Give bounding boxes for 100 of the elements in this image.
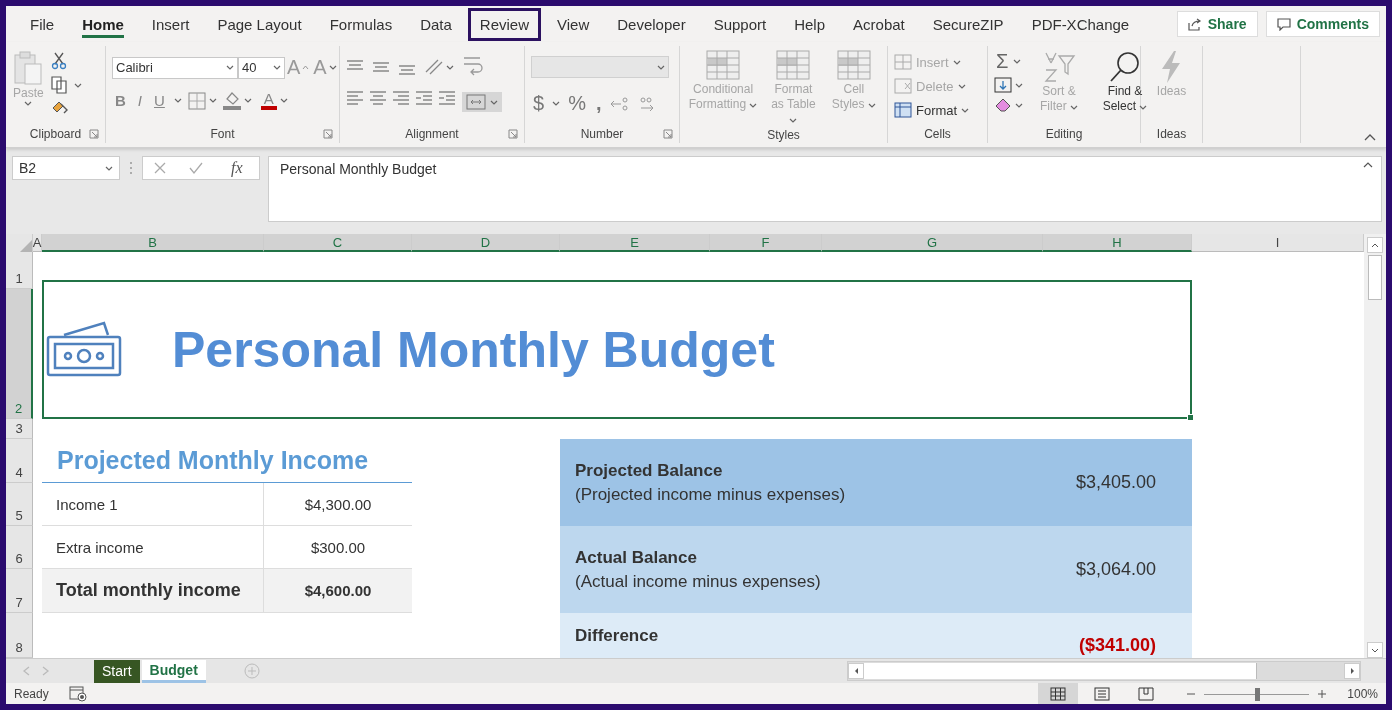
share-button[interactable]: Share bbox=[1176, 11, 1258, 37]
caret-icon bbox=[328, 65, 337, 70]
fill-bucket-icon[interactable] bbox=[222, 91, 241, 110]
comments-button[interactable]: Comments bbox=[1265, 11, 1380, 37]
row-header[interactable]: 3 bbox=[6, 419, 33, 439]
column-header[interactable]: G bbox=[822, 234, 1043, 252]
macro-record-icon[interactable] bbox=[68, 686, 87, 702]
horizontal-scrollbar[interactable] bbox=[847, 661, 1361, 681]
percent-button[interactable]: % bbox=[566, 92, 588, 115]
sheet-tab[interactable]: Budget bbox=[141, 659, 206, 683]
scrollbar-thumb[interactable] bbox=[864, 663, 1257, 679]
font-name-field[interactable]: Calibri bbox=[112, 56, 238, 79]
increase-indent-icon[interactable] bbox=[438, 90, 456, 106]
cancel-icon[interactable] bbox=[153, 161, 168, 175]
copy-icon[interactable] bbox=[50, 76, 69, 94]
text-angle-icon[interactable] bbox=[424, 58, 444, 76]
check-icon[interactable] bbox=[188, 161, 205, 175]
ribbon-tab[interactable]: PDF-XChange bbox=[1019, 7, 1142, 41]
align-center-icon[interactable] bbox=[369, 90, 387, 106]
align-left-icon[interactable] bbox=[346, 90, 364, 106]
align-right-icon[interactable] bbox=[392, 90, 410, 106]
scroll-right-button[interactable] bbox=[1344, 663, 1360, 679]
view-button[interactable] bbox=[1038, 683, 1079, 704]
align-middle-icon[interactable] bbox=[372, 59, 390, 75]
formula-field[interactable]: Personal Monthly Budget bbox=[268, 156, 1382, 222]
ribbon-tab[interactable]: Formulas bbox=[317, 7, 405, 41]
previous-sheet-icon[interactable] bbox=[22, 666, 30, 676]
dialog-launcher-icon[interactable] bbox=[323, 129, 333, 139]
scroll-down-button[interactable] bbox=[1367, 642, 1383, 658]
fill-handle[interactable] bbox=[1187, 414, 1194, 421]
scrollbar-thumb[interactable] bbox=[1368, 255, 1382, 300]
sheet-tab[interactable]: Start bbox=[94, 659, 140, 683]
borders-icon[interactable] bbox=[187, 91, 206, 110]
ribbon-tab[interactable]: Review bbox=[467, 7, 541, 41]
row-header[interactable]: 5 bbox=[6, 483, 33, 526]
autosum-button[interactable]: Σ bbox=[994, 50, 1011, 73]
scroll-up-button[interactable] bbox=[1367, 237, 1383, 253]
row-header[interactable]: 7 bbox=[6, 569, 33, 613]
find-select-button[interactable]: Find & Select bbox=[1095, 50, 1155, 125]
insert-function-button[interactable]: fx bbox=[225, 158, 249, 178]
add-sheet-icon[interactable] bbox=[243, 663, 260, 679]
column-header[interactable]: H bbox=[1043, 234, 1192, 252]
scroll-left-button[interactable] bbox=[848, 663, 864, 679]
merge-cells-icon bbox=[466, 94, 486, 110]
currency-button[interactable]: $ bbox=[531, 92, 547, 115]
group-label: Editing bbox=[1045, 127, 1083, 141]
column-header[interactable]: B bbox=[42, 234, 264, 252]
balance-amount: ($341.00) bbox=[1078, 635, 1156, 656]
merge-center-button[interactable] bbox=[462, 92, 502, 112]
number-format-field[interactable] bbox=[531, 56, 669, 78]
dialog-launcher-icon[interactable] bbox=[663, 129, 673, 139]
row-header[interactable]: 4 bbox=[6, 439, 33, 483]
cells-button[interactable]: Format bbox=[894, 98, 981, 122]
ribbon-tab[interactable]: Data bbox=[408, 7, 464, 41]
ribbon-tab[interactable]: SecureZIP bbox=[920, 7, 1016, 41]
caret-up-icon bbox=[1371, 242, 1379, 248]
zoom-slider-thumb[interactable] bbox=[1254, 687, 1260, 701]
ribbon-tab[interactable]: Home bbox=[70, 7, 136, 41]
dialog-launcher-icon[interactable] bbox=[89, 129, 99, 139]
decrease-indent-icon[interactable] bbox=[415, 90, 433, 106]
column-header[interactable]: E bbox=[560, 234, 710, 252]
row-header[interactable]: 1 bbox=[6, 252, 33, 289]
column-header[interactable]: I bbox=[1192, 234, 1364, 252]
collapse-formula-icon[interactable] bbox=[1363, 161, 1373, 168]
row-header[interactable]: 6 bbox=[6, 526, 33, 569]
scissors-icon[interactable] bbox=[50, 52, 67, 70]
name-box[interactable]: B2 bbox=[12, 156, 120, 180]
comma-style-button[interactable]: , bbox=[593, 92, 604, 115]
zoom-level[interactable]: 100% bbox=[1347, 687, 1378, 701]
fill-down-icon[interactable] bbox=[994, 77, 1012, 93]
column-header[interactable]: F bbox=[710, 234, 822, 252]
caret-icon bbox=[1139, 105, 1148, 110]
page-break-icon bbox=[1138, 687, 1155, 701]
column-header[interactable]: D bbox=[412, 234, 560, 252]
ribbon-tab[interactable]: Support bbox=[701, 7, 779, 41]
caret-icon bbox=[1015, 102, 1023, 108]
ribbon-tab[interactable]: Insert bbox=[139, 7, 202, 41]
next-sheet-icon[interactable] bbox=[42, 666, 50, 676]
wrap-text-icon[interactable] bbox=[462, 54, 486, 78]
sheet-title: Personal Monthly Budget bbox=[172, 320, 775, 379]
caret-icon bbox=[657, 64, 665, 70]
ribbon-tab[interactable]: Developer bbox=[605, 7, 698, 41]
page-layout-icon bbox=[1094, 687, 1111, 701]
caret-icon bbox=[279, 98, 288, 103]
ribbon-tab[interactable]: File bbox=[18, 7, 67, 41]
ribbon-tab[interactable]: Page Layout bbox=[205, 7, 314, 41]
font-size-field[interactable]: 40 bbox=[238, 56, 285, 79]
ribbon-tab[interactable]: View bbox=[545, 7, 602, 41]
ribbon-tab[interactable]: Acrobat bbox=[841, 7, 917, 41]
group-label: Alignment bbox=[405, 127, 459, 141]
row-header[interactable]: 2 bbox=[6, 289, 33, 419]
group-label: Clipboard bbox=[29, 127, 82, 141]
ribbon-tab[interactable]: Help bbox=[782, 7, 838, 41]
collapse-ribbon-icon[interactable] bbox=[1364, 133, 1376, 141]
dialog-launcher-icon[interactable] bbox=[508, 129, 518, 139]
zoom-in-icon[interactable] bbox=[1317, 689, 1328, 699]
row-header[interactable]: 8 bbox=[6, 613, 33, 658]
eraser-icon[interactable] bbox=[994, 97, 1012, 113]
column-header[interactable]: C bbox=[264, 234, 412, 252]
vertical-scrollbar[interactable] bbox=[1364, 234, 1386, 658]
